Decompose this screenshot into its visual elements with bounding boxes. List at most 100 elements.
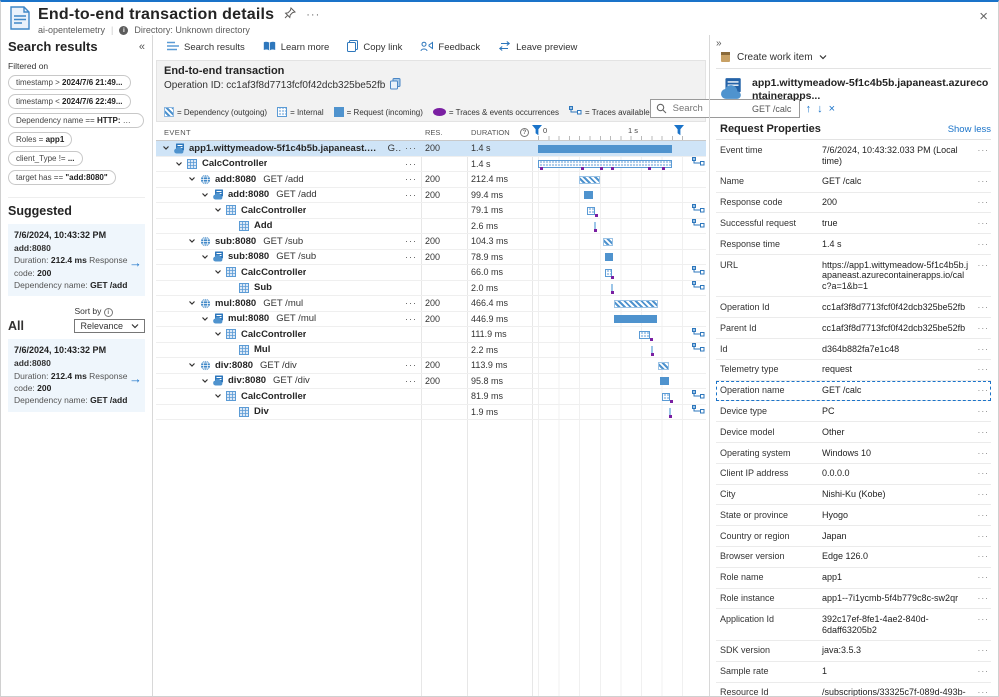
property-more-icon[interactable]: ···	[975, 176, 991, 186]
chevron-down-icon[interactable]	[214, 206, 222, 214]
property-row[interactable]: Operation Id cc1af3f8d7713fcf0f42dcb325be…	[716, 297, 991, 319]
chevron-down-icon[interactable]	[188, 361, 196, 369]
property-row[interactable]: Device model Other ···	[716, 422, 991, 443]
row-more-icon[interactable]: ···	[405, 298, 421, 308]
property-row[interactable]: Operating system Windows 10 ···	[716, 443, 991, 464]
timeline-bar-request[interactable]	[583, 191, 594, 199]
property-more-icon[interactable]: ···	[975, 427, 991, 437]
row-more-icon[interactable]: ···	[405, 143, 421, 153]
property-more-icon[interactable]: ···	[975, 645, 991, 655]
tree-row[interactable]: sub:8080 GET /sub ··· 200 104.3 ms	[156, 234, 706, 250]
tree-row[interactable]: mul:8080 GET /mul ··· 200 466.4 ms	[156, 296, 706, 312]
filter-pill[interactable]: Roles = app1	[8, 132, 73, 147]
trace-available-icon[interactable]	[692, 157, 705, 170]
property-more-icon[interactable]: ···	[975, 666, 991, 676]
toolbar-item-leave-preview[interactable]: Leave preview	[498, 41, 577, 54]
row-more-icon[interactable]: ···	[405, 360, 421, 370]
timeline-bar-dependency[interactable]	[658, 361, 670, 370]
title-more-icon[interactable]: ···	[306, 9, 320, 21]
tree-row[interactable]: CalcController 79.1 ms	[156, 203, 706, 219]
tree-row[interactable]: CalcController 66.0 ms	[156, 265, 706, 281]
timeline-bar-internal[interactable]	[587, 206, 596, 215]
property-row[interactable]: Country or region Japan ···	[716, 526, 991, 547]
timeline-bar-dependency[interactable]	[603, 237, 614, 246]
toolbar-item-learn-more[interactable]: Learn more	[263, 41, 329, 55]
property-row[interactable]: Event time 7/6/2024, 10:43:32.033 PM (Loc…	[716, 140, 991, 172]
chevron-down-icon[interactable]	[214, 268, 222, 276]
collapse-sidebar-icon[interactable]: «	[139, 41, 145, 53]
row-more-icon[interactable]: ···	[405, 376, 421, 386]
chevron-down-icon[interactable]	[201, 253, 209, 261]
tree-row[interactable]: CalcController ··· 1.4 s	[156, 157, 706, 172]
trace-available-icon[interactable]	[692, 219, 705, 232]
property-more-icon[interactable]: ···	[975, 551, 991, 561]
timeline-bar-request[interactable]	[660, 377, 670, 385]
trace-available-icon[interactable]	[692, 327, 705, 341]
chevron-down-icon[interactable]	[201, 377, 209, 385]
search-result-card[interactable]: 7/6/2024, 10:43:32 PM add:8080 Duration: 2…	[8, 224, 145, 297]
close-icon[interactable]: ×	[979, 9, 988, 24]
tree-row[interactable]: app1.wittymeadow-5f1c4b5b.japaneast.azur…	[156, 141, 706, 157]
timeline-bar-request[interactable]	[605, 253, 613, 261]
toolbar-item-copy-link[interactable]: Copy link	[347, 40, 402, 55]
filter-pill[interactable]: timestamp < 2024/7/6 22:49...	[8, 94, 131, 109]
trace-available-icon[interactable]	[692, 389, 705, 403]
property-more-icon[interactable]: ···	[975, 406, 991, 416]
property-row[interactable]: SDK version java:3.5.3 ···	[716, 641, 991, 662]
property-row[interactable]: Operation name GET /calc ···	[716, 380, 991, 402]
filter-pill[interactable]: client_Type != ...	[8, 151, 83, 166]
property-more-icon[interactable]: ···	[975, 510, 991, 520]
property-more-icon[interactable]: ···	[975, 385, 991, 395]
collapse-details-icon[interactable]: »	[716, 38, 728, 49]
row-more-icon[interactable]: ···	[405, 190, 421, 200]
trace-available-icon[interactable]	[692, 265, 705, 279]
filter-pill[interactable]: target has == "add:8080"	[8, 170, 116, 185]
property-row[interactable]: Resource Id/subscriptions/33325c7f-089d-…	[716, 683, 991, 696]
property-row[interactable]: Role name app1 ···	[716, 568, 991, 589]
chevron-down-icon[interactable]	[201, 191, 209, 199]
timeline-bar-internal[interactable]	[638, 330, 650, 339]
chevron-down-icon[interactable]	[188, 175, 196, 183]
tree-row[interactable]: add:8080 GET /add ··· 200 99.4 ms	[156, 188, 706, 203]
filter-pill[interactable]: Dependency name == HTTP: GET add...	[8, 113, 144, 128]
timeline-bar-dependency[interactable]	[613, 299, 659, 308]
tree-row[interactable]: div:8080 GET /div ··· 200 95.8 ms	[156, 374, 706, 389]
property-more-icon[interactable]: ···	[975, 260, 991, 270]
property-more-icon[interactable]: ···	[975, 593, 991, 603]
tree-row[interactable]: CalcController 111.9 ms	[156, 327, 706, 343]
tree-row[interactable]: Add 2.6 ms	[156, 219, 706, 234]
property-more-icon[interactable]: ···	[975, 145, 991, 155]
property-more-icon[interactable]: ···	[975, 687, 991, 696]
property-row[interactable]: Device type PC ···	[716, 401, 991, 423]
tree-row[interactable]: sub:8080 GET /sub ··· 200 78.9 ms	[156, 250, 706, 265]
tree-row[interactable]: CalcController 81.9 ms	[156, 389, 706, 405]
row-more-icon[interactable]: ···	[405, 236, 421, 246]
property-row[interactable]: Telemetry type request ···	[716, 360, 991, 381]
chevron-down-icon[interactable]	[201, 315, 209, 323]
property-more-icon[interactable]: ···	[975, 468, 991, 478]
open-result-arrow-icon[interactable]: →	[129, 370, 142, 389]
property-more-icon[interactable]: ···	[975, 323, 991, 333]
row-more-icon[interactable]: ···	[405, 314, 421, 324]
property-row[interactable]: Application Id 392c17ef-8fe1-4ae2-840d-6d…	[716, 609, 991, 641]
filter-pill[interactable]: timestamp > 2024/7/6 21:49...	[8, 75, 131, 90]
property-row[interactable]: Sample rate 1 ···	[716, 662, 991, 683]
timeline-bar-internal[interactable]	[538, 160, 672, 168]
property-more-icon[interactable]: ···	[975, 572, 991, 582]
timeline-bar-internal[interactable]	[661, 392, 670, 401]
property-row[interactable]: Successful request true ···	[716, 213, 991, 235]
search-result-card[interactable]: 7/6/2024, 10:43:32 PM add:8080 Duration: 2…	[8, 339, 145, 412]
trace-available-icon[interactable]	[692, 281, 705, 294]
property-row[interactable]: Id d364b882fa7e1c48 ···	[716, 339, 991, 360]
copy-operation-id-icon[interactable]	[390, 78, 401, 93]
pin-icon[interactable]	[284, 6, 297, 24]
property-row[interactable]: Client IP address 0.0.0.0 ···	[716, 464, 991, 485]
property-row[interactable]: Browser version Edge 126.0 ···	[716, 547, 991, 568]
chevron-down-icon[interactable]	[188, 299, 196, 307]
tree-row[interactable]: Sub 2.0 ms	[156, 281, 706, 296]
property-row[interactable]: Response code 200 ···	[716, 193, 991, 214]
toolbar-item-feedback[interactable]: Feedback	[420, 41, 480, 55]
property-more-icon[interactable]: ···	[975, 448, 991, 458]
timeline-bar-request[interactable]	[614, 315, 658, 323]
property-row[interactable]: Parent Id cc1af3f8d7713fcf0f42dcb325be52f…	[716, 318, 991, 340]
